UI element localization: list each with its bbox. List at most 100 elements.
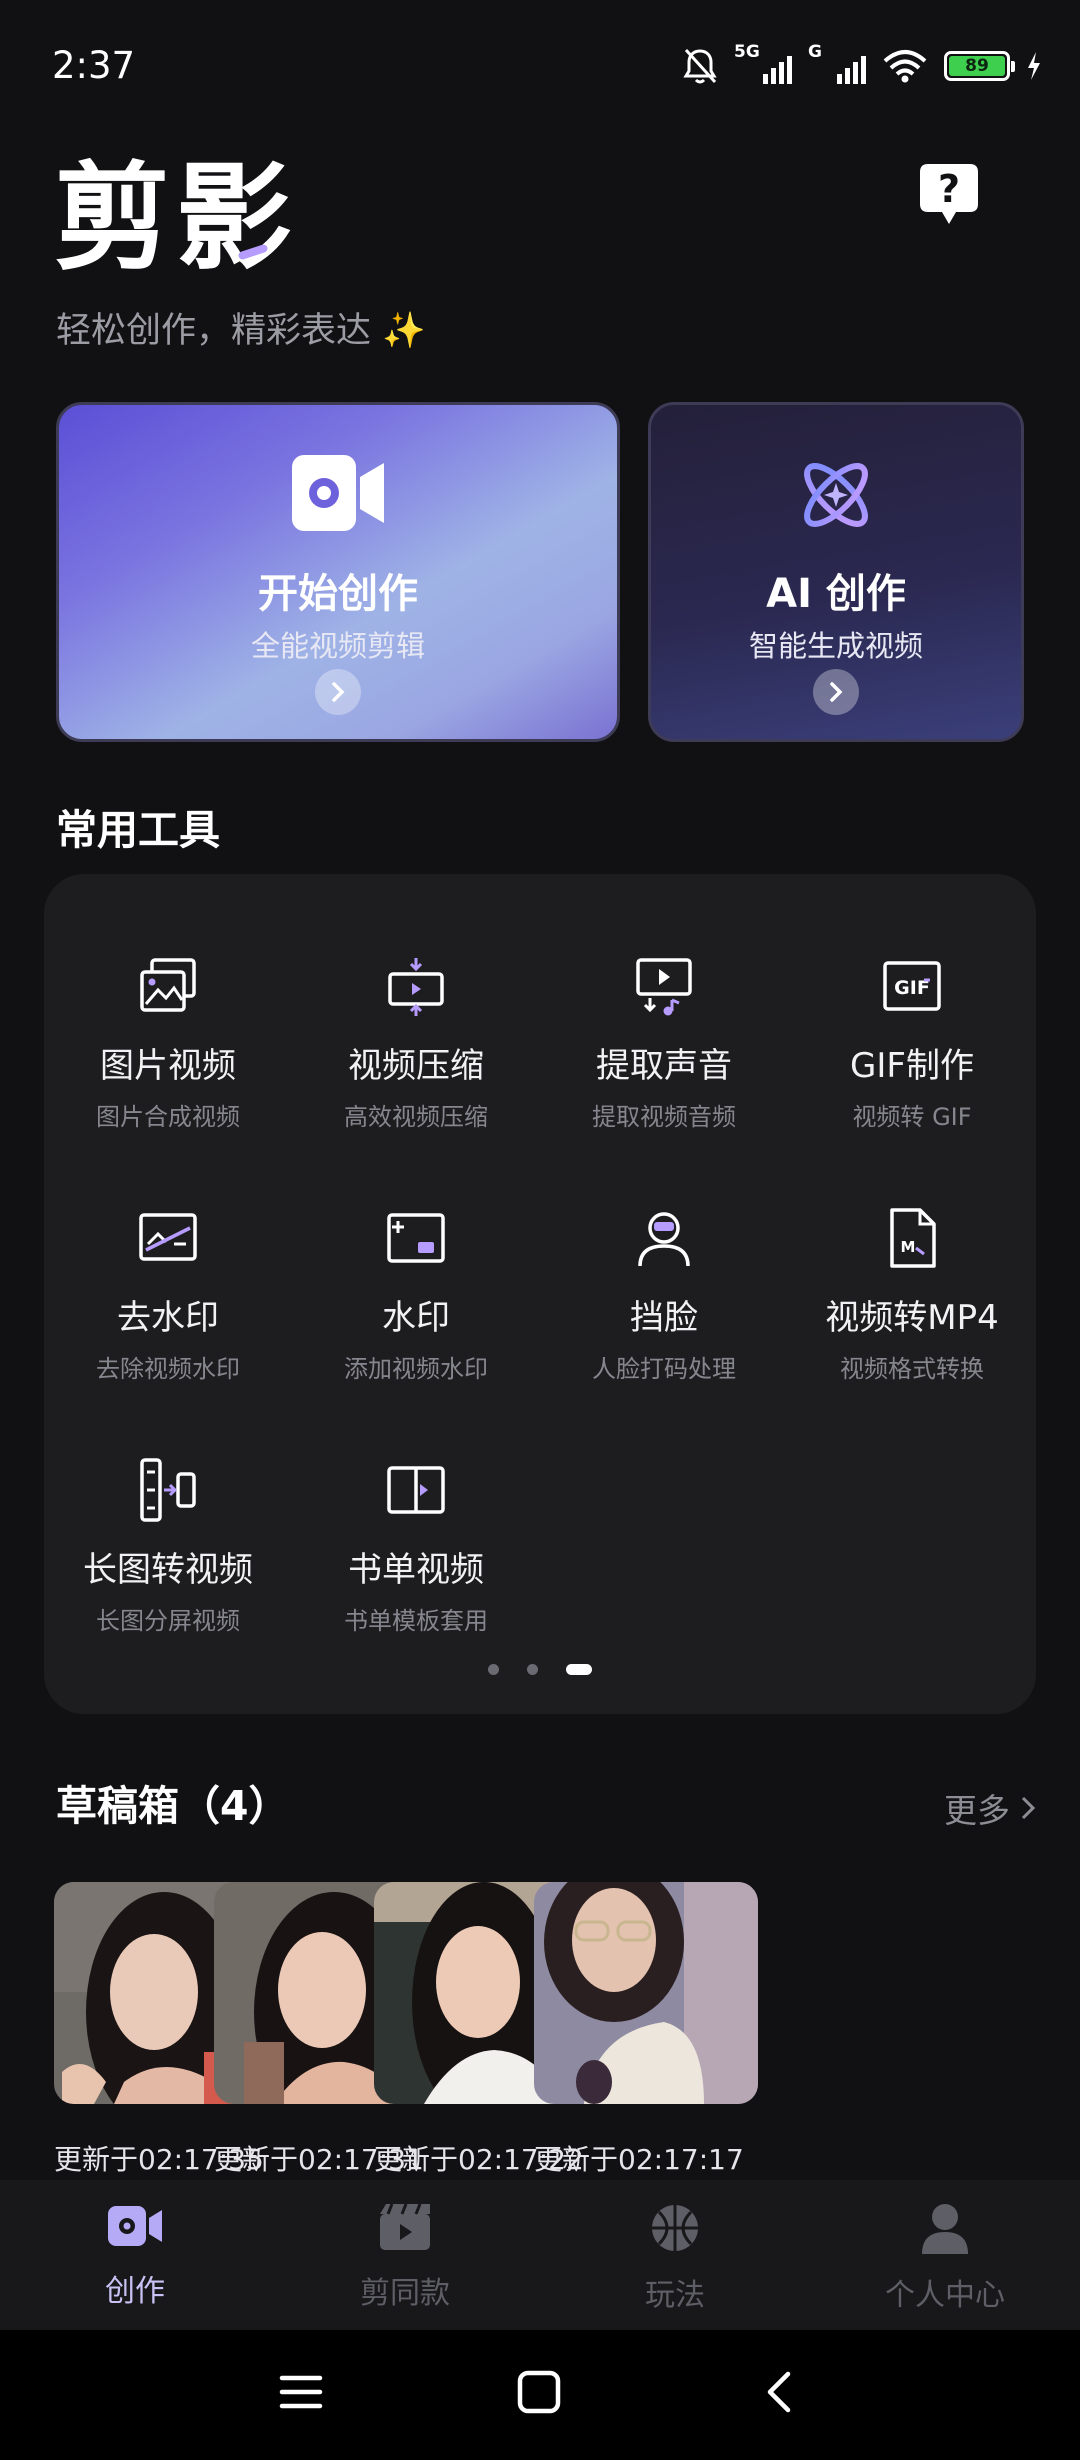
- extract-audio-icon: [636, 958, 692, 1016]
- tool-name: 视频压缩: [348, 1046, 484, 1086]
- play-icon: [652, 2205, 698, 2251]
- tools-panel: 图片视频 图片合成视频 视频压缩 高效视频压缩 提取声音 提取视频音频 GIF: [44, 874, 1036, 1714]
- draft-item[interactable]: 更新于02:17:17: [534, 1882, 760, 2178]
- battery-level: 89: [949, 56, 1005, 76]
- tool-face-mask[interactable]: 挡脸 人脸打码处理: [540, 1206, 788, 1384]
- ai-creation-title: AI 创作: [766, 571, 906, 617]
- tool-desc: 视频转 GIF: [852, 1103, 972, 1131]
- page-dot[interactable]: [488, 1664, 499, 1675]
- video-camera-icon: [292, 455, 384, 531]
- start-creation-subtitle: 全能视频剪辑: [250, 629, 425, 663]
- profile-icon: [922, 2204, 968, 2254]
- start-creation-arrow[interactable]: [315, 669, 361, 715]
- chevron-right-icon: [830, 682, 843, 702]
- nav-profile[interactable]: 个人中心: [810, 2202, 1080, 2314]
- tool-name: 书单视频: [348, 1550, 484, 1590]
- compress-icon: [388, 958, 444, 1016]
- svg-text:?: ?: [938, 167, 960, 211]
- charging-icon: [1028, 52, 1040, 80]
- tool-name: 去水印: [117, 1298, 219, 1338]
- tool-long-image[interactable]: 长图转视频 长图分屏视频: [44, 1458, 292, 1636]
- draft-thumbnail: [534, 1882, 758, 2104]
- book-video-icon: [387, 1466, 445, 1514]
- tool-extract-audio[interactable]: 提取声音 提取视频音频: [540, 954, 788, 1132]
- drafts-more-link[interactable]: 更多: [944, 1784, 1036, 1832]
- status-bar: 2:37 5G G 89: [0, 0, 1080, 136]
- ai-creation-subtitle: 智能生成视频: [748, 629, 923, 663]
- mp4-icon: M: [890, 1208, 936, 1268]
- help-button[interactable]: ?: [918, 162, 980, 228]
- more-label: 更多: [944, 1791, 1010, 1830]
- tool-compress[interactable]: 视频压缩 高效视频压缩: [292, 954, 540, 1132]
- page-dot-active[interactable]: [566, 1664, 592, 1675]
- app-logo: 剪影: [54, 150, 298, 286]
- svg-text:M: M: [901, 1238, 916, 1256]
- tool-mp4[interactable]: M 视频转MP4 视频格式转换: [788, 1206, 1036, 1384]
- tool-name: 提取声音: [596, 1046, 732, 1086]
- nav-label: 个人中心: [885, 2278, 1005, 2313]
- tool-desc: 添加视频水印: [344, 1355, 488, 1383]
- gif-icon: GIF: [883, 961, 941, 1011]
- image-video-icon: [140, 958, 196, 1012]
- create-icon: [108, 2206, 162, 2246]
- tools-section-title: 常用工具: [56, 806, 220, 854]
- signal-icon-2: G: [808, 42, 866, 86]
- drafts-list: 更新于02:17:35 更新于02:17:31 更新于02:17:22 更新于0…: [54, 1882, 1080, 2182]
- ai-creation-arrow[interactable]: [813, 669, 859, 715]
- page-dot[interactable]: [527, 1664, 538, 1675]
- nav-play[interactable]: 玩法: [540, 2202, 810, 2314]
- wifi-icon: [883, 50, 927, 83]
- nav-label: 创作: [105, 2274, 165, 2309]
- nav-label: 玩法: [645, 2278, 705, 2313]
- ai-creation-card[interactable]: AI 创作 智能生成视频: [648, 402, 1024, 742]
- face-mask-icon: [638, 1212, 690, 1267]
- tool-desc: 图片合成视频: [96, 1103, 240, 1131]
- tool-desc: 长图分屏视频: [96, 1607, 240, 1635]
- chevron-right-icon: [1021, 1796, 1036, 1820]
- help-icon: ?: [920, 164, 978, 224]
- mute-icon: [683, 48, 717, 84]
- tool-gif[interactable]: GIF GIF制作 视频转 GIF: [788, 954, 1036, 1132]
- template-icon: [380, 2203, 430, 2250]
- tool-name: 挡脸: [630, 1298, 698, 1338]
- tool-desc: 视频格式转换: [840, 1355, 984, 1383]
- tool-watermark[interactable]: 水印 添加视频水印: [292, 1206, 540, 1384]
- back-icon[interactable]: [758, 2370, 804, 2414]
- signal-icon: 5G: [734, 42, 792, 86]
- tool-desc: 书单模板套用: [344, 1607, 488, 1635]
- tool-name: 图片视频: [100, 1046, 236, 1086]
- draft-time: 更新于02:17:17: [534, 2143, 744, 2176]
- tool-desc: 去除视频水印: [96, 1355, 240, 1383]
- tool-name: 视频转MP4: [825, 1298, 999, 1338]
- nav-template[interactable]: 剪同款: [270, 2202, 540, 2312]
- start-creation-title: 开始创作: [258, 571, 418, 617]
- nav-label: 剪同款: [360, 2276, 450, 2311]
- network-type-2: G: [808, 42, 822, 62]
- remove-watermark-icon: [139, 1213, 197, 1261]
- tool-name: GIF制作: [850, 1046, 974, 1086]
- status-icons: 5G G 89: [682, 42, 1042, 86]
- network-type-1: 5G: [734, 42, 760, 62]
- tool-name: 水印: [382, 1298, 450, 1338]
- tool-desc: 提取视频音频: [592, 1103, 736, 1131]
- slogan: 轻松创作，精彩表达 ✨: [56, 311, 426, 351]
- tool-desc: 高效视频压缩: [344, 1103, 488, 1131]
- menu-icon[interactable]: [278, 2370, 324, 2414]
- nav-create[interactable]: 创作: [0, 2202, 270, 2310]
- bottom-nav: 创作 剪同款 玩法 个人中心: [0, 2180, 1080, 2330]
- status-time: 2:37: [52, 44, 136, 87]
- tool-desc: 人脸打码处理: [592, 1355, 736, 1383]
- ai-atom-icon: [804, 463, 868, 527]
- tool-book-video[interactable]: 书单视频 书单模板套用: [292, 1458, 540, 1636]
- chevron-right-icon: [332, 682, 345, 702]
- start-creation-card[interactable]: 开始创作 全能视频剪辑: [56, 402, 620, 742]
- tool-name: 长图转视频: [83, 1550, 253, 1590]
- watermark-icon: [387, 1213, 445, 1263]
- long-image-icon: [140, 1458, 196, 1522]
- page-indicator: [44, 1664, 1036, 1675]
- system-nav-bar: [0, 2330, 1080, 2460]
- tool-image-video[interactable]: 图片视频 图片合成视频: [44, 954, 292, 1132]
- home-icon[interactable]: [516, 2370, 562, 2414]
- drafts-section-title: 草稿箱（4）: [56, 1782, 290, 1830]
- tool-remove-watermark[interactable]: 去水印 去除视频水印: [44, 1206, 292, 1384]
